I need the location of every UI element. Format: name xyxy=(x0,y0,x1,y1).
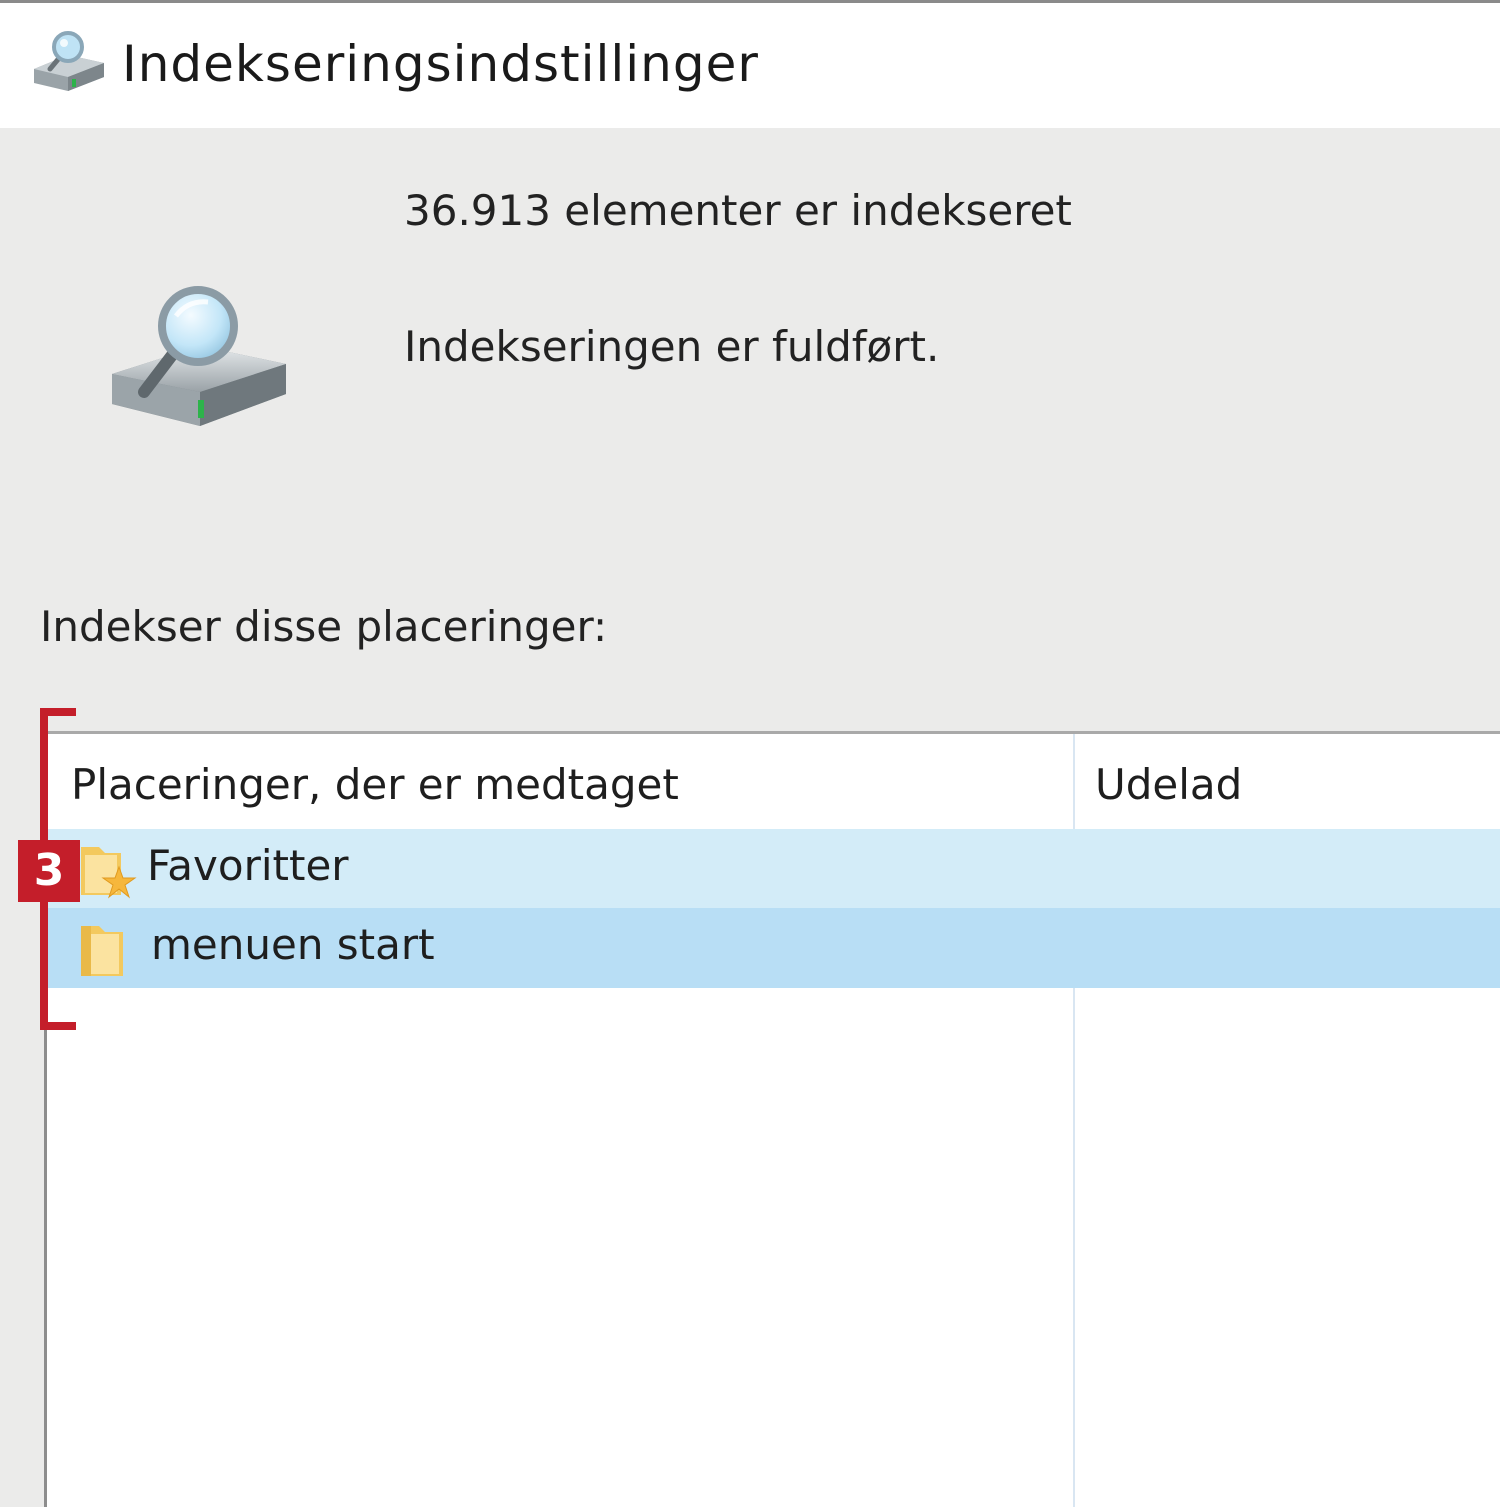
column-header-exclude[interactable]: Udelad xyxy=(1095,760,1242,809)
locations-list[interactable]: Placeringer, der er medtaget Udelad Favo… xyxy=(44,731,1500,1507)
annotation-bracket-bottom xyxy=(40,1022,76,1030)
indexing-status: Indekseringen er fuldført. xyxy=(404,322,940,371)
indexed-count: 36.913 elementer er indekseret xyxy=(404,186,1072,235)
locations-label: Indekser disse placeringer: xyxy=(40,602,608,651)
folder-icon xyxy=(81,926,123,976)
list-item-start-menu[interactable]: menuen start xyxy=(47,908,1500,988)
title-bar: Indekseringsindstillinger xyxy=(0,0,1500,128)
favorites-folder-icon xyxy=(81,847,137,899)
list-item-label: menuen start xyxy=(151,920,435,969)
annotation-bracket-top xyxy=(40,708,76,716)
column-header-included[interactable]: Placeringer, der er medtaget xyxy=(71,760,679,809)
window-title: Indekseringsindstillinger xyxy=(122,35,759,93)
annotation-badge: 3 xyxy=(18,840,80,902)
list-item-favorites[interactable]: Favoritter xyxy=(47,829,1500,909)
list-item-label: Favoritter xyxy=(147,841,349,890)
drive-magnifier-icon xyxy=(112,286,286,426)
indexing-drive-icon xyxy=(34,31,104,91)
